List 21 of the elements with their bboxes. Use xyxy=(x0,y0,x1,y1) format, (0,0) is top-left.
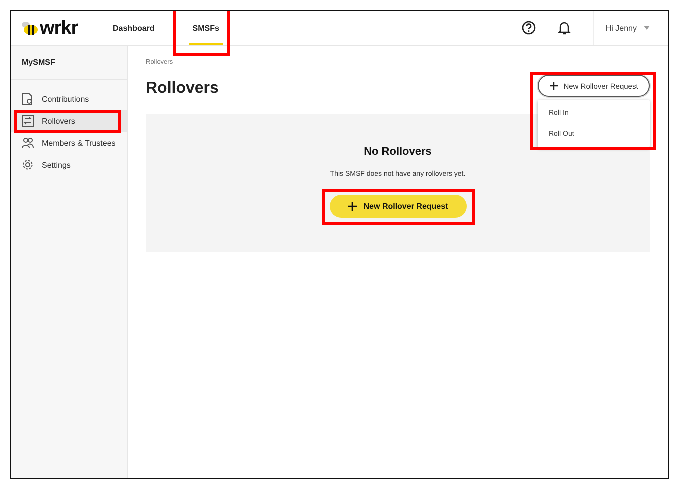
settings-icon xyxy=(22,159,34,171)
nav-tab[interactable]: SMSFs xyxy=(188,11,224,45)
sidebar-item[interactable]: Settings xyxy=(11,154,127,176)
bee-icon xyxy=(21,21,39,35)
empty-state-title: No Rollovers xyxy=(364,146,432,158)
help-icon[interactable] xyxy=(522,21,536,35)
nav-tab[interactable]: Dashboard xyxy=(103,11,165,45)
new-rollover-request-button[interactable]: New Rollover Request xyxy=(330,195,466,218)
caret-icon xyxy=(644,26,650,30)
sidebar-item[interactable]: Contributions xyxy=(11,88,127,110)
page-title: Rollovers xyxy=(146,80,219,98)
plus-icon xyxy=(550,82,558,90)
transfer-icon xyxy=(22,115,34,127)
document-icon xyxy=(22,93,34,105)
user-menu[interactable]: Hi Jenny xyxy=(592,11,668,45)
logo-text: wrkr xyxy=(40,18,78,38)
plus-icon xyxy=(348,202,357,211)
sidebar-title: MySMSF xyxy=(11,46,127,80)
sidebar-item[interactable]: Members & Trustees xyxy=(11,132,127,154)
notification-bell-icon[interactable] xyxy=(558,21,571,35)
people-icon xyxy=(22,137,34,149)
